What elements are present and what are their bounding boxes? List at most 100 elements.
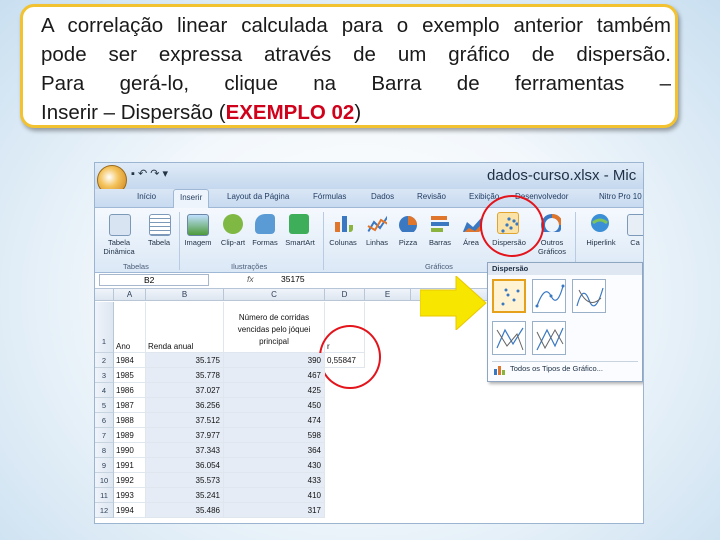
cell-income[interactable]: 36.054 — [146, 458, 224, 473]
shapes-icon — [255, 214, 275, 234]
row-header[interactable]: 6 — [95, 413, 114, 428]
cell-races[interactable]: 430 — [224, 458, 325, 473]
pie-button[interactable]: Pizza — [393, 238, 423, 247]
row-header[interactable]: 12 — [95, 503, 114, 518]
cell-year[interactable]: 1989 — [114, 428, 146, 443]
shapes-button[interactable]: Formas — [249, 238, 281, 247]
scatter-straight-lines-markers-icon[interactable] — [492, 321, 526, 355]
all-chart-types-link[interactable]: Todos os Tipos de Gráfico... — [510, 364, 603, 373]
image-button[interactable]: Imagem — [181, 238, 215, 247]
cell-income[interactable]: 35.175 — [146, 353, 224, 368]
clipart-icon — [223, 214, 243, 234]
cell-races[interactable]: 474 — [224, 413, 325, 428]
smartart-button[interactable]: SmartArt — [281, 238, 319, 247]
cell-year[interactable]: 1992 — [114, 473, 146, 488]
cell-year[interactable]: 1993 — [114, 488, 146, 503]
tab-dados[interactable]: Dados — [371, 192, 394, 201]
cell-races[interactable]: 425 — [224, 383, 325, 398]
instruction-line-3: Para gerá-lo, clique na Barra de ferrame… — [41, 72, 671, 95]
column-header[interactable]: B — [146, 289, 224, 301]
tab-layout[interactable]: Layout da Página — [227, 192, 289, 201]
cell-income[interactable]: 37.512 — [146, 413, 224, 428]
header-ano[interactable]: Ano — [114, 302, 146, 353]
row-header[interactable]: 10 — [95, 473, 114, 488]
cell-races[interactable]: 390 — [224, 353, 325, 368]
dropdown-title: Dispersão — [488, 263, 642, 275]
scatter-smooth-lines-markers-icon[interactable] — [532, 279, 566, 313]
row-header[interactable]: 8 — [95, 443, 114, 458]
cell-income[interactable]: 36.256 — [146, 398, 224, 413]
row-header[interactable]: 9 — [95, 458, 114, 473]
row-header[interactable]: 3 — [95, 368, 114, 383]
area-button[interactable]: Área — [457, 238, 485, 247]
cell-income[interactable]: 37.977 — [146, 428, 224, 443]
ribbon-tabs: Início Inserir Layout da Página Fórmulas… — [95, 189, 643, 210]
pie-chart-icon — [399, 216, 417, 232]
cell-races[interactable]: 317 — [224, 503, 325, 518]
bar-chart-icon — [431, 216, 449, 232]
fx-icon[interactable]: fx — [247, 274, 254, 284]
cell-year[interactable]: 1991 — [114, 458, 146, 473]
hyperlink-icon — [591, 214, 609, 232]
cell-income[interactable]: 35.778 — [146, 368, 224, 383]
table-button[interactable]: Tabela — [143, 238, 175, 247]
column-header[interactable]: C — [224, 289, 325, 301]
cell-year[interactable]: 1985 — [114, 368, 146, 383]
cell-year[interactable]: 1986 — [114, 383, 146, 398]
cell-income[interactable]: 37.027 — [146, 383, 224, 398]
instruction-line-4-prefix: Inserir – Dispersão ( — [41, 101, 226, 124]
column-header[interactable]: A — [114, 289, 146, 301]
cell-races[interactable]: 467 — [224, 368, 325, 383]
tab-inicio[interactable]: Início — [137, 192, 156, 201]
cell-income[interactable]: 37.343 — [146, 443, 224, 458]
cell-year[interactable]: 1987 — [114, 398, 146, 413]
row-header[interactable]: 5 — [95, 398, 114, 413]
tab-inserir[interactable]: Inserir — [173, 189, 210, 210]
pointer-arrow-icon — [420, 276, 487, 330]
clipart-button[interactable]: Clip-art — [215, 238, 251, 247]
cell-year[interactable]: 1988 — [114, 413, 146, 428]
excel-screenshot: ▪ ↶ ↷ ▾ dados-curso.xlsx - Mic Início In… — [94, 162, 644, 524]
quick-access-toolbar[interactable]: ▪ ↶ ↷ ▾ — [131, 167, 168, 180]
all-chart-types-icon — [494, 366, 505, 375]
name-box[interactable]: B2 — [99, 274, 209, 286]
cell-correlation[interactable]: 0,55847 — [325, 353, 365, 368]
textbox-button[interactable]: Ca — [627, 238, 643, 247]
columns-button[interactable]: Colunas — [325, 238, 361, 247]
column-header[interactable]: E — [365, 289, 411, 301]
scatter-straight-lines-icon[interactable] — [532, 321, 566, 355]
lines-button[interactable]: Linhas — [361, 238, 393, 247]
cell-income[interactable]: 35.573 — [146, 473, 224, 488]
tab-formulas[interactable]: Fórmulas — [313, 192, 346, 201]
cell-income[interactable]: 35.241 — [146, 488, 224, 503]
scatter-smooth-lines-icon[interactable] — [572, 279, 606, 313]
tab-revisao[interactable]: Revisão — [417, 192, 446, 201]
formula-value[interactable]: 35175 — [281, 274, 305, 284]
scatter-markers-only-icon[interactable] — [492, 279, 526, 313]
bars-button[interactable]: Barras — [423, 238, 457, 247]
cell-races[interactable]: 410 — [224, 488, 325, 503]
hyperlink-button[interactable]: Hiperlink — [581, 238, 621, 247]
row-header[interactable]: 7 — [95, 428, 114, 443]
cell-races[interactable]: 364 — [224, 443, 325, 458]
column-header[interactable]: D — [325, 289, 365, 301]
header-corridas[interactable]: Número de corridas vencidas pelo jóquei … — [224, 302, 325, 353]
tab-nitro[interactable]: Nitro Pro 10 — [599, 192, 642, 201]
cell-races[interactable]: 598 — [224, 428, 325, 443]
header-renda[interactable]: Renda anual — [146, 302, 224, 353]
select-all-corner[interactable] — [95, 289, 114, 301]
cell-year[interactable]: 1994 — [114, 503, 146, 518]
cell-year[interactable]: 1984 — [114, 353, 146, 368]
row-header[interactable]: 1 — [95, 302, 114, 353]
cell-races[interactable]: 433 — [224, 473, 325, 488]
cell-races[interactable]: 450 — [224, 398, 325, 413]
cell-year[interactable]: 1990 — [114, 443, 146, 458]
pivot-table-icon — [109, 214, 131, 236]
group-separator — [323, 212, 324, 270]
cell-income[interactable]: 35.486 — [146, 503, 224, 518]
pivot-table-button[interactable]: Tabela Dinâmica — [101, 238, 137, 256]
row-header[interactable]: 4 — [95, 383, 114, 398]
row-header[interactable]: 2 — [95, 353, 114, 368]
scatter-dropdown: Dispersão Todos os Tipos de Gráfico... — [487, 262, 643, 382]
row-header[interactable]: 11 — [95, 488, 114, 503]
